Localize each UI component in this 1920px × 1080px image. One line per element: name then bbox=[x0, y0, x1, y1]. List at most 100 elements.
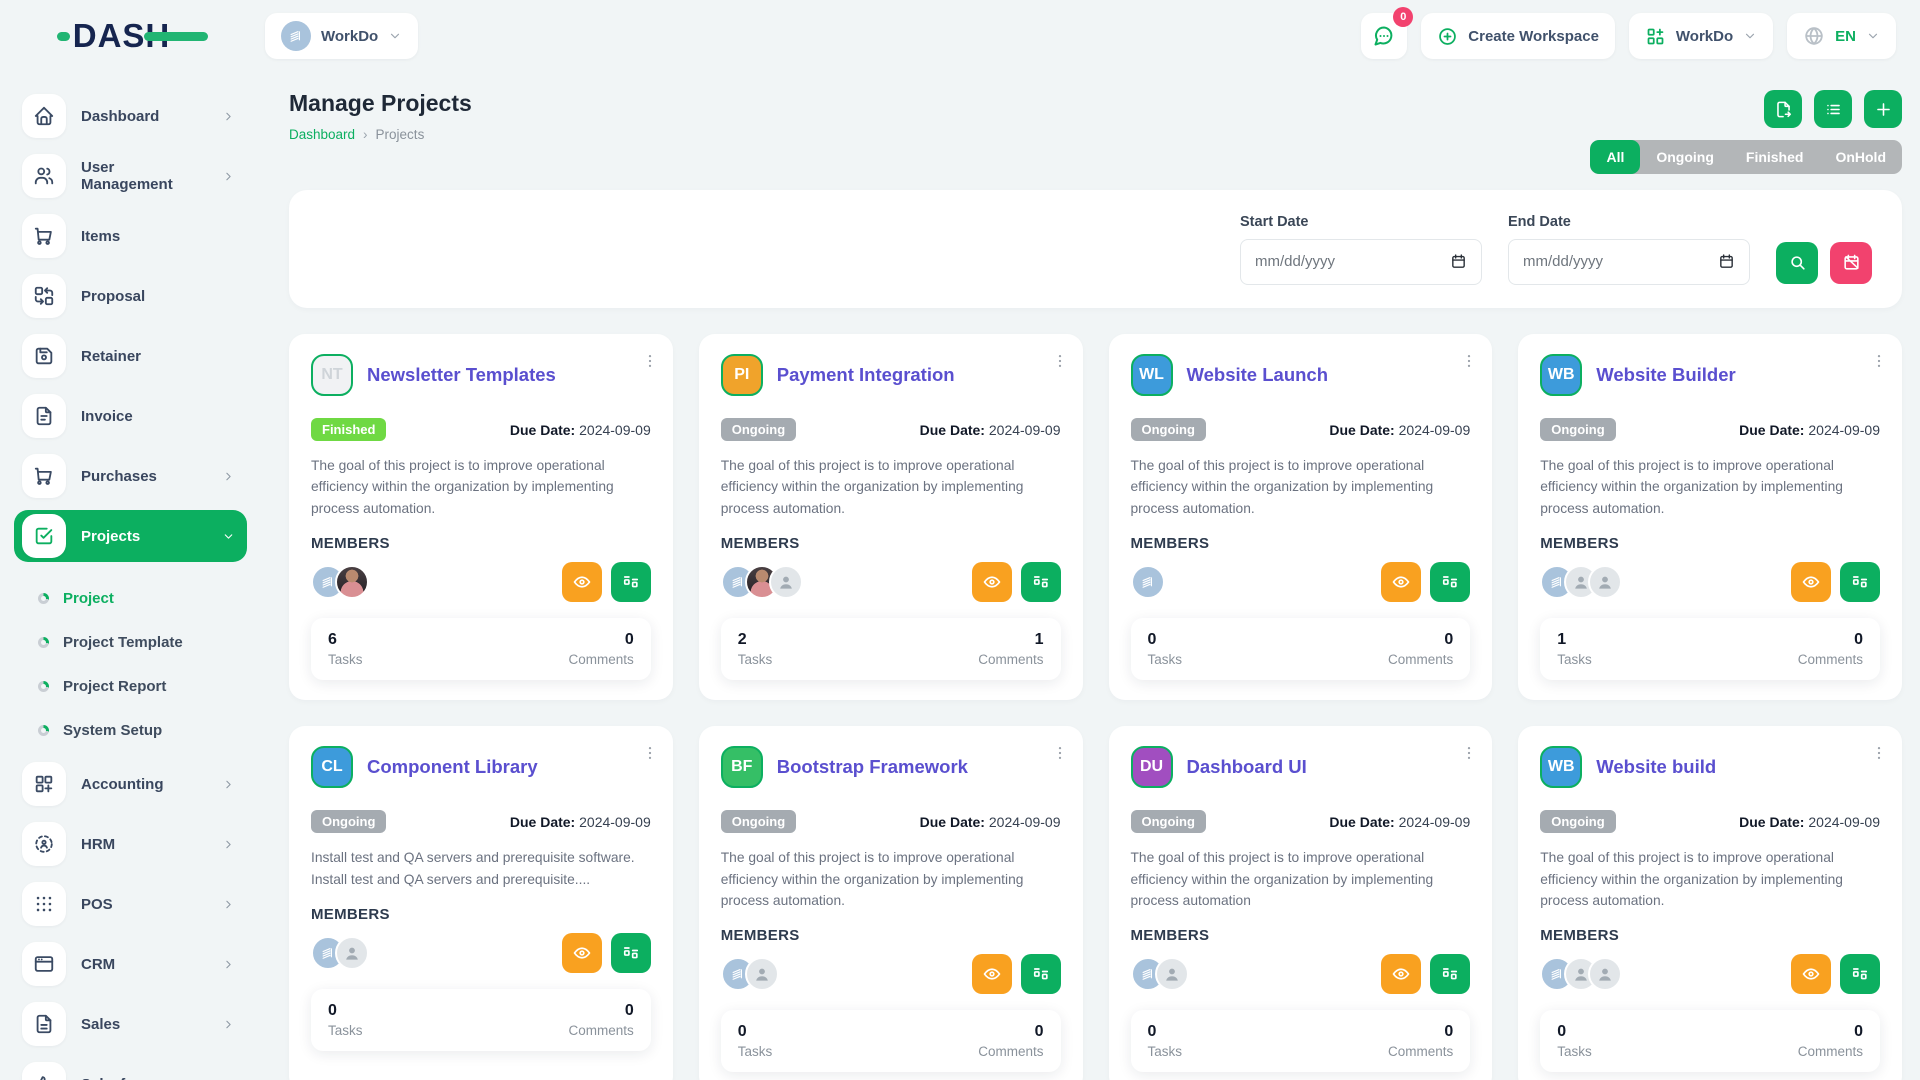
due-date: Due Date: 2024-09-09 bbox=[920, 422, 1061, 438]
photo-avatar bbox=[335, 565, 369, 599]
project-tasks-button[interactable] bbox=[1840, 954, 1880, 994]
workspace-switcher[interactable]: WorkDo bbox=[265, 13, 418, 59]
tab-finished[interactable]: Finished bbox=[1730, 140, 1820, 174]
member-avatars bbox=[311, 936, 369, 970]
card-menu-button[interactable] bbox=[1460, 350, 1478, 372]
project-tasks-button[interactable] bbox=[1430, 954, 1470, 994]
project-title[interactable]: Payment Integration bbox=[777, 364, 955, 386]
card-menu-button[interactable] bbox=[1460, 742, 1478, 764]
app-logo[interactable]: DASH bbox=[57, 17, 209, 55]
view-project-button[interactable] bbox=[1381, 954, 1421, 994]
project-initials-badge: WL bbox=[1131, 354, 1173, 396]
end-date-field: End Date mm/dd/yyyy bbox=[1508, 214, 1750, 285]
reset-filter-button[interactable] bbox=[1830, 242, 1872, 284]
end-date-input[interactable]: mm/dd/yyyy bbox=[1508, 239, 1750, 285]
tab-ongoing[interactable]: Ongoing bbox=[1640, 140, 1730, 174]
project-tasks-button[interactable] bbox=[1430, 562, 1470, 602]
card-menu-button[interactable] bbox=[641, 742, 659, 764]
workdo-menu-button[interactable]: WorkDo bbox=[1629, 13, 1773, 59]
view-project-button[interactable] bbox=[1791, 562, 1831, 602]
project-title[interactable]: Website Builder bbox=[1596, 364, 1735, 386]
card-menu-button[interactable] bbox=[1870, 742, 1888, 764]
project-tasks-button[interactable] bbox=[611, 933, 651, 973]
project-tasks-button[interactable] bbox=[1021, 562, 1061, 602]
calendar-icon[interactable] bbox=[1718, 253, 1735, 270]
sidebar-item-label: HRM bbox=[81, 836, 207, 853]
card-menu-button[interactable] bbox=[1870, 350, 1888, 372]
project-title[interactable]: Component Library bbox=[367, 756, 538, 778]
sidebar-item-label: Retainer bbox=[81, 348, 207, 365]
view-project-button[interactable] bbox=[972, 954, 1012, 994]
invoice-file-icon bbox=[33, 405, 55, 427]
view-project-button[interactable] bbox=[562, 933, 602, 973]
plus-button[interactable] bbox=[1864, 90, 1902, 128]
sidebar-subitem-project-report[interactable]: Project Report bbox=[38, 664, 247, 708]
sidebar-item-purchases[interactable]: Purchases bbox=[22, 450, 247, 502]
sidebar-item-label: Sales bbox=[81, 1016, 207, 1033]
due-date-label: Due Date: bbox=[510, 422, 575, 438]
project-title[interactable]: Newsletter Templates bbox=[367, 364, 556, 386]
view-project-button[interactable] bbox=[562, 562, 602, 602]
tasks-count: 0 bbox=[1148, 1023, 1183, 1041]
sidebar-subitem-system-setup[interactable]: System Setup bbox=[38, 708, 247, 752]
card-stats: 0 Tasks 0 Comments bbox=[721, 1010, 1061, 1072]
sidebar-item-pos[interactable]: POS bbox=[22, 878, 247, 930]
export-button[interactable] bbox=[1764, 90, 1802, 128]
sidebar-item-label: Projects bbox=[81, 528, 207, 545]
language-selector[interactable]: EN bbox=[1787, 13, 1896, 59]
sidebar-item-label: Purchases bbox=[81, 468, 207, 485]
accounting-grid-icon bbox=[33, 773, 55, 795]
sidebar-item-label: User Management bbox=[81, 159, 207, 193]
messages-button[interactable]: 0 bbox=[1361, 13, 1407, 59]
list-button[interactable] bbox=[1814, 90, 1852, 128]
project-title[interactable]: Bootstrap Framework bbox=[777, 756, 968, 778]
sidebar-item-sales[interactable]: Sales bbox=[22, 998, 247, 1050]
sidebar-item-accounting[interactable]: Accounting bbox=[22, 758, 247, 810]
project-tasks-button[interactable] bbox=[611, 562, 651, 602]
nav-icon-tile bbox=[22, 1002, 66, 1046]
sidebar-item-invoice[interactable]: Invoice bbox=[22, 390, 247, 442]
sidebar-item-projects[interactable]: Projects bbox=[14, 510, 247, 562]
sidebar-item-hrm[interactable]: HRM bbox=[22, 818, 247, 870]
date-filter-card: Start Date mm/dd/yyyy End Date mm/dd/yyy… bbox=[289, 190, 1902, 308]
sidebar-item-dashboard[interactable]: Dashboard bbox=[22, 90, 247, 142]
project-card: BF Bootstrap Framework Ongoing Due Date:… bbox=[699, 726, 1083, 1080]
nav-icon-tile bbox=[22, 454, 66, 498]
breadcrumb-separator: › bbox=[363, 127, 368, 142]
create-workspace-button[interactable]: Create Workspace bbox=[1421, 13, 1615, 59]
card-menu-button[interactable] bbox=[641, 350, 659, 372]
due-date-value: 2024-09-09 bbox=[1399, 422, 1471, 438]
view-project-button[interactable] bbox=[972, 562, 1012, 602]
nav-icon-tile bbox=[22, 942, 66, 986]
comments-count: 1 bbox=[978, 631, 1043, 649]
sidebar-subitem-project-template[interactable]: Project Template bbox=[38, 620, 247, 664]
sidebar-item-items[interactable]: Items bbox=[22, 210, 247, 262]
start-date-input[interactable]: mm/dd/yyyy bbox=[1240, 239, 1482, 285]
tasks-icon bbox=[1850, 572, 1870, 592]
view-project-button[interactable] bbox=[1791, 954, 1831, 994]
project-title[interactable]: Dashboard UI bbox=[1187, 756, 1307, 778]
project-title[interactable]: Website Launch bbox=[1187, 364, 1329, 386]
project-tasks-button[interactable] bbox=[1021, 954, 1061, 994]
sidebar-item-crm[interactable]: CRM bbox=[22, 938, 247, 990]
logo-dash bbox=[144, 32, 208, 41]
card-menu-button[interactable] bbox=[1051, 742, 1069, 764]
card-menu-button[interactable] bbox=[1051, 350, 1069, 372]
tab-all[interactable]: All bbox=[1590, 140, 1640, 174]
sales-doc-icon bbox=[33, 1013, 55, 1035]
project-tasks-button[interactable] bbox=[1840, 562, 1880, 602]
view-project-button[interactable] bbox=[1381, 562, 1421, 602]
sidebar-item-user-management[interactable]: User Management bbox=[22, 150, 247, 202]
sidebar-item-salesforce[interactable]: Salesforce bbox=[22, 1058, 247, 1080]
project-title[interactable]: Website build bbox=[1596, 756, 1716, 778]
breadcrumb-dashboard-link[interactable]: Dashboard bbox=[289, 127, 355, 142]
sidebar-item-proposal[interactable]: Proposal bbox=[22, 270, 247, 322]
calendar-icon[interactable] bbox=[1450, 253, 1467, 270]
due-date: Due Date: 2024-09-09 bbox=[510, 422, 651, 438]
tasks-icon bbox=[1850, 964, 1870, 984]
globe-icon bbox=[1803, 25, 1825, 47]
tab-onhold[interactable]: OnHold bbox=[1819, 140, 1902, 174]
sidebar-subitem-project[interactable]: Project bbox=[38, 576, 247, 620]
search-button[interactable] bbox=[1776, 242, 1818, 284]
sidebar-item-retainer[interactable]: Retainer bbox=[22, 330, 247, 382]
